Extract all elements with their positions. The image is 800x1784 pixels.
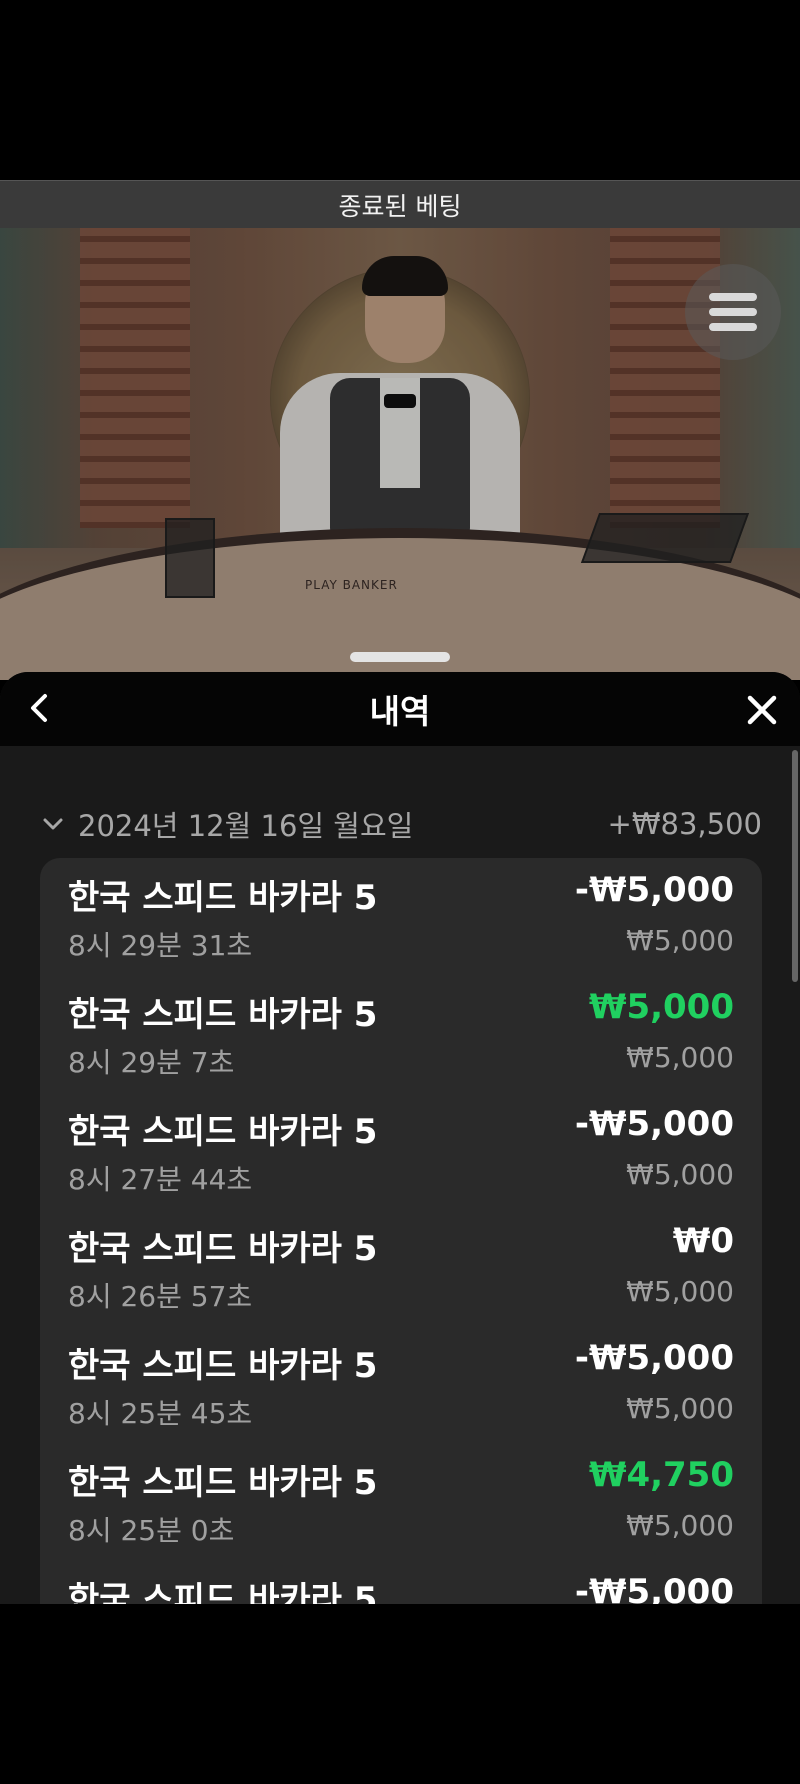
sheet-title: 내역 [369,692,431,731]
game-name: 한국 스피드 바카라 5 [68,995,378,1035]
history-sheet: 내역 2024년 12월 16일 월요일 +₩83,500 한국 스피드 바카라… [0,672,800,1604]
close-button[interactable] [742,690,782,730]
bet-time: 8시 27분 44초 [68,1163,253,1196]
bet-time: 8시 26분 57초 [68,1280,253,1313]
bet-time: 8시 25분 0초 [68,1514,235,1547]
history-row[interactable]: 한국 스피드 바카라 5 -₩5,000 [68,1560,734,1604]
bet-stake: ₩5,000 [626,1509,734,1542]
bet-stake: ₩5,000 [626,1158,734,1191]
hamburger-icon-line [709,323,757,331]
bet-time: 8시 29분 31초 [68,929,253,962]
bet-time: 8시 25분 45초 [68,1397,253,1430]
bet-result: ₩5,000 [588,987,734,1027]
bet-stake: ₩5,000 [626,1392,734,1425]
date-group-header[interactable]: 2024년 12월 16일 월요일 +₩83,500 [40,804,762,844]
game-name: 한국 스피드 바카라 5 [68,1229,378,1269]
back-button[interactable] [22,690,58,726]
page-title-text: 종료된 베팅 [338,191,462,221]
bet-result: ₩4,750 [588,1455,734,1495]
history-row[interactable]: 한국 스피드 바카라 5 8시 29분 7초 ₩5,000 ₩5,000 [68,975,734,1092]
history-row[interactable]: 한국 스피드 바카라 5 8시 29분 31초 -₩5,000 ₩5,000 [68,858,734,975]
hamburger-icon-line [709,308,757,316]
sheet-drag-handle[interactable] [350,652,450,662]
game-name: 한국 스피드 바카라 5 [68,1580,378,1604]
bet-result: -₩5,000 [574,1572,734,1604]
page-title: 종료된 베팅 [0,180,800,228]
bet-stake: ₩5,000 [626,1275,734,1308]
hamburger-icon-line [709,293,757,301]
bet-time: 8시 29분 7초 [68,1046,235,1079]
sheet-header: 내역 [0,672,800,746]
menu-button[interactable] [685,264,781,360]
live-video-stream[interactable]: PLAY BANKER [0,228,800,680]
game-name: 한국 스피드 바카라 5 [68,1112,378,1152]
bet-stake: ₩5,000 [626,1041,734,1074]
game-name: 한국 스피드 바카라 5 [68,1346,378,1386]
bet-stake: ₩5,000 [626,924,734,957]
history-card: 한국 스피드 바카라 5 8시 29분 31초 -₩5,000 ₩5,000 한… [40,858,762,1604]
date-total: +₩83,500 [607,807,762,841]
history-row[interactable]: 한국 스피드 바카라 5 8시 26분 57초 ₩0 ₩5,000 [68,1209,734,1326]
bet-result: -₩5,000 [574,1338,734,1378]
date-label: 2024년 12월 16일 월요일 [78,809,414,843]
bottom-area [0,1604,800,1784]
history-row[interactable]: 한국 스피드 바카라 5 8시 27분 44초 -₩5,000 ₩5,000 [68,1092,734,1209]
game-name: 한국 스피드 바카라 5 [68,878,378,918]
scrollbar[interactable] [792,750,798,982]
history-row[interactable]: 한국 스피드 바카라 5 8시 25분 45초 -₩5,000 ₩5,000 [68,1326,734,1443]
bet-result: -₩5,000 [574,870,734,910]
history-row[interactable]: 한국 스피드 바카라 5 8시 25분 0초 ₩4,750 ₩5,000 [68,1443,734,1560]
bet-result: ₩0 [672,1221,734,1261]
status-area [0,0,800,180]
video-dim-overlay [0,228,800,680]
chevron-down-icon [43,818,63,830]
game-name: 한국 스피드 바카라 5 [68,1463,378,1503]
bet-result: -₩5,000 [574,1104,734,1144]
history-list[interactable]: 2024년 12월 16일 월요일 +₩83,500 한국 스피드 바카라 5 … [0,746,800,1604]
